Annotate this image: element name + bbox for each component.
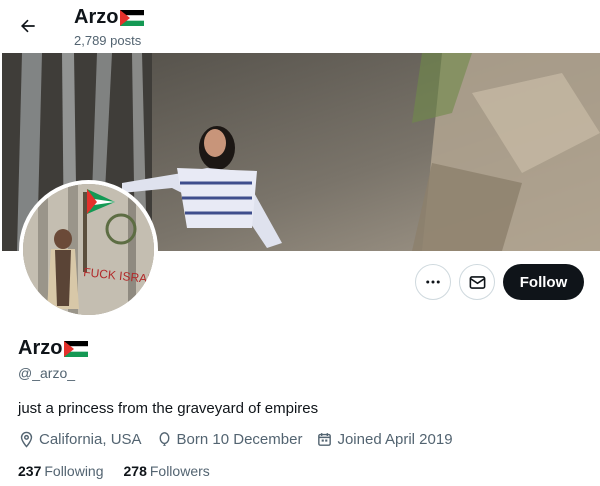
- following-count: 237: [18, 463, 42, 479]
- back-button[interactable]: [14, 12, 42, 40]
- location-text: California, USA: [39, 431, 142, 448]
- envelope-icon: [469, 275, 485, 289]
- balloon-icon: [159, 432, 170, 446]
- location-item: California, USA: [18, 431, 142, 448]
- top-bar: Arzo 2,789 posts: [0, 0, 600, 53]
- arrow-left-icon: [21, 19, 35, 33]
- message-button[interactable]: [459, 264, 495, 300]
- birthday-text: Born 10 December: [176, 431, 303, 448]
- header-title: Arzo: [74, 6, 145, 29]
- profile-meta: California, USA Born 10 December Joined …: [18, 431, 467, 448]
- palestine-flag-icon: [120, 9, 145, 26]
- followers-link[interactable]: 278 Followers: [124, 463, 210, 479]
- calendar-icon: [318, 433, 332, 446]
- joined-text: Joined April 2019: [337, 431, 453, 448]
- profile-name: Arzo: [18, 337, 89, 360]
- avatar-image: FUCK ISRAEL: [23, 184, 154, 315]
- post-count: 2,789 posts: [74, 33, 142, 48]
- profile-bio: just a princess from the graveyard of em…: [18, 400, 319, 417]
- following-label: Following: [44, 463, 104, 479]
- header-name: Arzo: [74, 6, 119, 28]
- followers-label: Followers: [149, 463, 210, 479]
- follow-stats: 237 Following 278 Followers: [18, 463, 230, 479]
- birthday-item: Born 10 December: [156, 431, 303, 448]
- location-pin-icon: [20, 431, 33, 448]
- more-options-button[interactable]: [415, 264, 451, 300]
- followers-count: 278: [123, 463, 147, 479]
- profile-avatar[interactable]: FUCK ISRAEL: [19, 180, 158, 319]
- following-link[interactable]: 237 Following: [18, 463, 104, 479]
- joined-item: Joined April 2019: [316, 431, 453, 448]
- follow-button[interactable]: Follow: [503, 264, 584, 300]
- palestine-flag-icon: [64, 340, 89, 357]
- profile-name-text: Arzo: [18, 337, 63, 359]
- profile-handle: @_arzo_: [18, 365, 76, 381]
- more-horizontal-icon: [426, 280, 440, 284]
